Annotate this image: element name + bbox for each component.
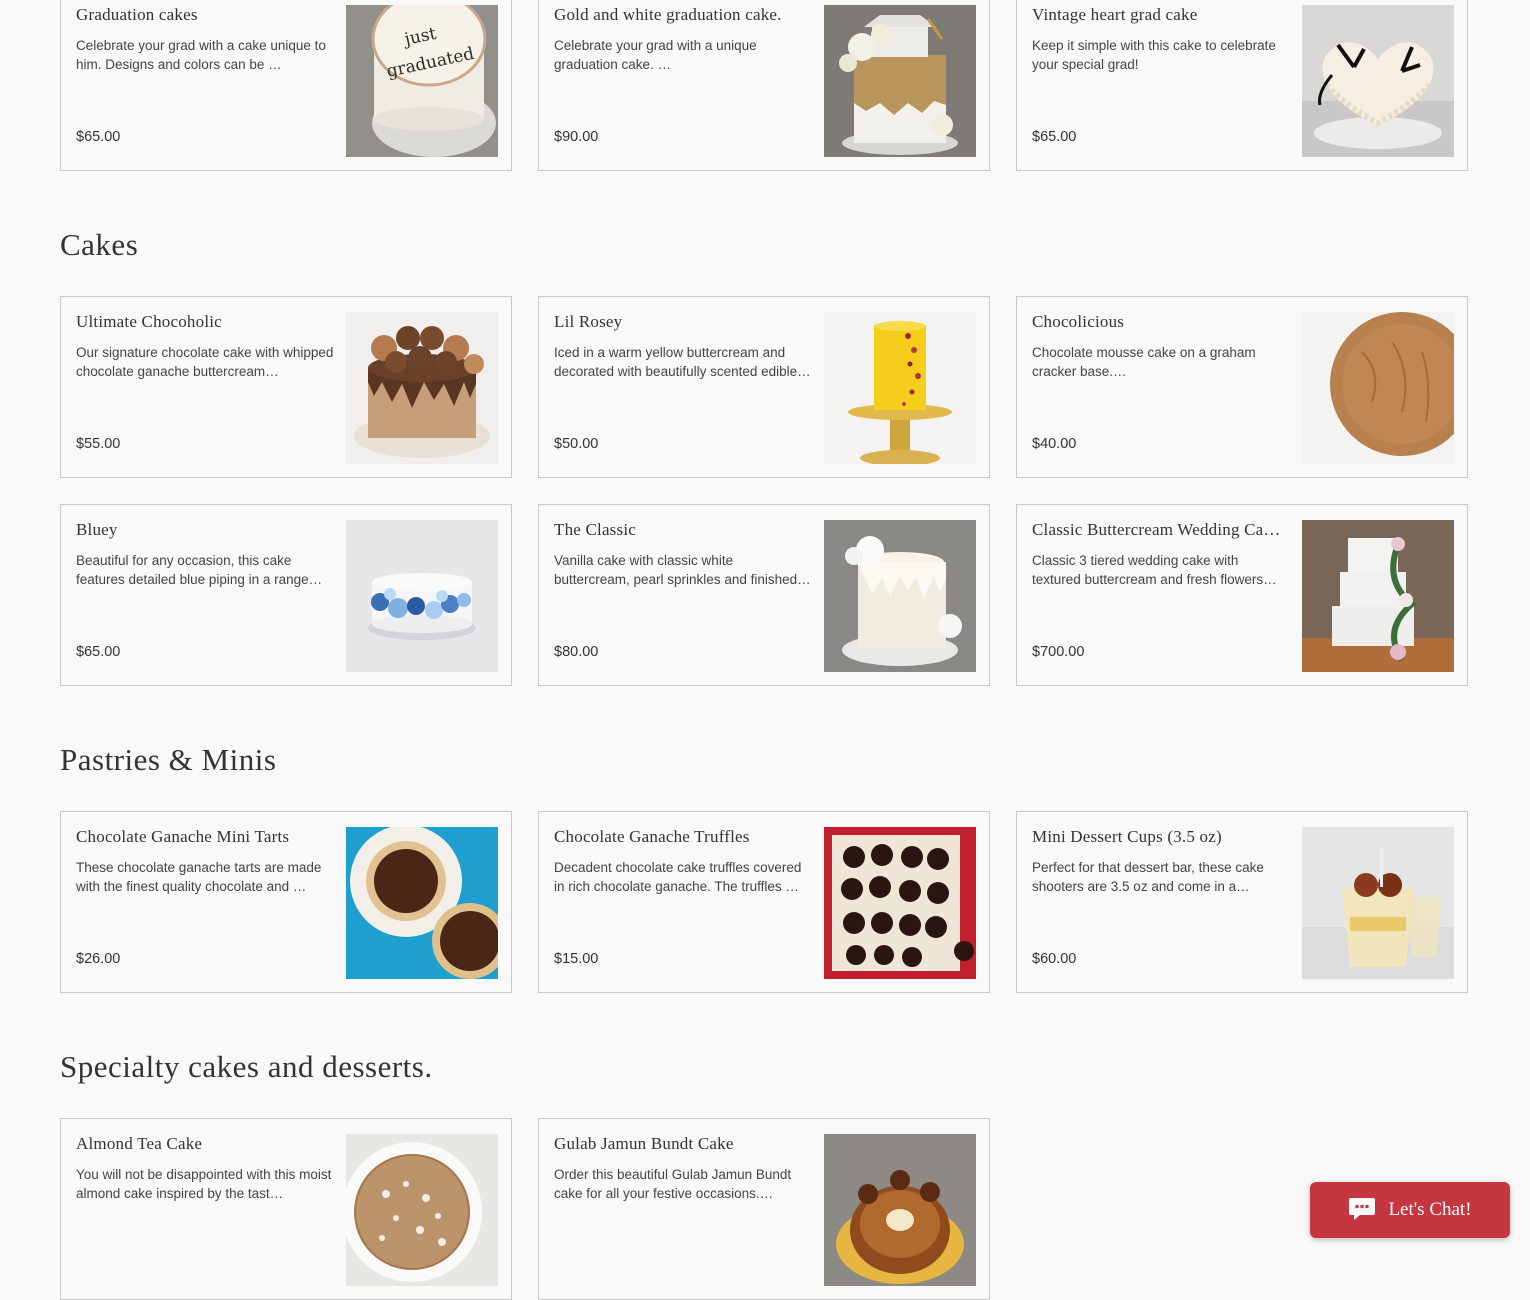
product-description: Vanilla cake with classic white buttercr… [554, 553, 811, 587]
product-card[interactable]: Gold and white graduation cake. Celebrat… [538, 0, 990, 171]
product-card[interactable]: The Classic Vanilla cake with classic wh… [538, 504, 990, 686]
product-name[interactable]: Vintage heart grad cake [1032, 4, 1290, 26]
product-price: $80.00 [554, 644, 599, 660]
product-card[interactable]: Chocolicious Chocolate mousse cake on a … [1016, 296, 1468, 478]
product-name[interactable]: Lil Rosey [554, 311, 812, 333]
product-price: $65.00 [76, 129, 121, 145]
product-card[interactable]: Chocolate Ganache Truffles Decadent choc… [538, 811, 990, 993]
product-price: $65.00 [76, 644, 121, 660]
chocolate-mousse-cake-photo[interactable] [1302, 312, 1454, 464]
product-name[interactable]: Ultimate Chocoholic [76, 311, 334, 333]
chat-button[interactable]: Let's Chat! [1310, 1182, 1510, 1238]
section-title-cakes: Cakes [60, 227, 139, 262]
chat-bubble-icon [1348, 1196, 1376, 1225]
product-price: $50.00 [554, 436, 599, 452]
product-card[interactable]: Vintage heart grad cake Keep it simple w… [1016, 0, 1468, 171]
product-price: $700.00 [1032, 644, 1085, 660]
product-name[interactable]: Chocolate Ganache Mini Tarts [76, 826, 334, 848]
product-description: Celebrate your grad with a unique gradua… [554, 38, 757, 72]
product-description: These chocolate ganache tarts are made w… [76, 860, 322, 894]
gold-white-graduation-cake-photo[interactable] [824, 5, 976, 157]
wedding-cake-photo[interactable] [1302, 520, 1454, 672]
product-description: Decadent chocolate cake truffles covered… [554, 860, 802, 894]
section-title-specialty: Specialty cakes and desserts. [60, 1049, 433, 1084]
product-price: $55.00 [76, 436, 121, 452]
graduation-cake-photo[interactable]: just graduated [346, 5, 498, 157]
product-card[interactable]: Classic Buttercream Wedding Ca… Classic … [1016, 504, 1468, 686]
product-name[interactable]: The Classic [554, 519, 812, 541]
section-title-pastries: Pastries & Minis [60, 742, 277, 777]
product-name[interactable]: Graduation cakes [76, 4, 334, 26]
chocolate-drip-cake-photo[interactable] [346, 312, 498, 464]
white-classic-cake-photo[interactable] [824, 520, 976, 672]
truffles-box-photo[interactable] [824, 827, 976, 979]
blue-piped-cake-photo[interactable] [346, 520, 498, 672]
product-description: Order this beautiful Gulab Jamun Bundt c… [554, 1167, 792, 1201]
product-card[interactable]: Chocolate Ganache Mini Tarts These choco… [60, 811, 512, 993]
chat-button-label: Let's Chat! [1388, 1199, 1472, 1220]
vintage-heart-cake-photo[interactable] [1302, 5, 1454, 157]
product-name[interactable]: Bluey [76, 519, 334, 541]
product-name[interactable]: Chocolicious [1032, 311, 1290, 333]
product-price: $60.00 [1032, 951, 1077, 967]
product-price: $26.00 [76, 951, 121, 967]
product-price: $90.00 [554, 129, 599, 145]
product-name[interactable]: Gold and white graduation cake. [554, 4, 812, 26]
product-description: Iced in a warm yellow buttercream and de… [554, 345, 811, 379]
product-description: Keep it simple with this cake to celebra… [1032, 38, 1276, 72]
product-card[interactable]: Lil Rosey Iced in a warm yellow buttercr… [538, 296, 990, 478]
dessert-cups-photo[interactable] [1302, 827, 1454, 979]
bundt-cake-photo[interactable] [824, 1134, 976, 1286]
product-card[interactable]: Mini Dessert Cups (3.5 oz) Perfect for t… [1016, 811, 1468, 993]
product-price: $15.00 [554, 951, 599, 967]
product-price: $40.00 [1032, 436, 1077, 452]
product-card[interactable]: Bluey Beautiful for any occasion, this c… [60, 504, 512, 686]
product-card[interactable]: Almond Tea Cake You will not be disappoi… [60, 1118, 512, 1300]
product-description: Perfect for that dessert bar, these cake… [1032, 860, 1264, 894]
product-card[interactable]: Gulab Jamun Bundt Cake Order this beauti… [538, 1118, 990, 1300]
product-description: Beautiful for any occasion, this cake fe… [76, 553, 323, 587]
product-description: Chocolate mousse cake on a graham cracke… [1032, 345, 1256, 379]
product-description: You will not be disappointed with this m… [76, 1167, 332, 1201]
yellow-rose-cake-photo[interactable] [824, 312, 976, 464]
product-name[interactable]: Chocolate Ganache Truffles [554, 826, 812, 848]
product-name[interactable]: Mini Dessert Cups (3.5 oz) [1032, 826, 1290, 848]
mini-tarts-photo[interactable] [346, 827, 498, 979]
product-description: Celebrate your grad with a cake unique t… [76, 38, 326, 72]
product-name[interactable]: Gulab Jamun Bundt Cake [554, 1133, 812, 1155]
product-description: Our signature chocolate cake with whippe… [76, 345, 334, 379]
almond-cake-photo[interactable] [346, 1134, 498, 1286]
product-card[interactable]: Graduation cakes Celebrate your grad wit… [60, 0, 512, 171]
product-name[interactable]: Almond Tea Cake [76, 1133, 334, 1155]
product-name[interactable]: Classic Buttercream Wedding Ca… [1032, 519, 1290, 541]
product-description: Classic 3 tiered wedding cake with textu… [1032, 553, 1277, 587]
product-price: $65.00 [1032, 129, 1077, 145]
product-card[interactable]: Ultimate Chocoholic Our signature chocol… [60, 296, 512, 478]
